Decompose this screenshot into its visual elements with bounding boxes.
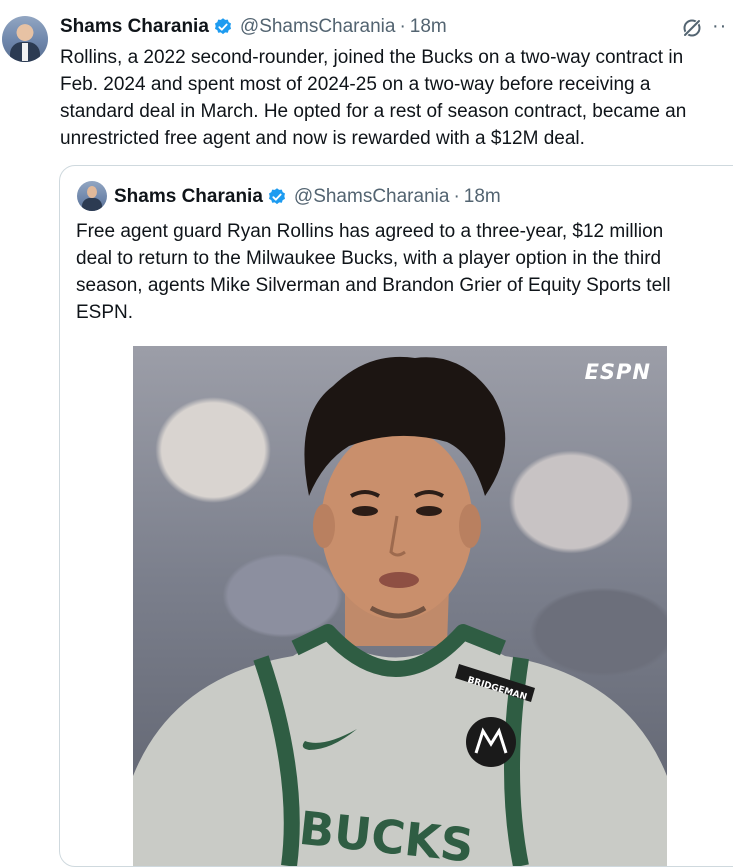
quoted-tweet-timestamp[interactable]: 18m (464, 186, 501, 208)
espn-logo: ESPN (584, 360, 651, 384)
separator-dot: · (399, 16, 406, 37)
author-handle[interactable]: @ShamsCharania (240, 16, 396, 38)
player-photo: BRIDGEMAN BUCKS (133, 356, 667, 866)
quoted-author-name[interactable]: Shams Charania (114, 186, 263, 208)
more-icon[interactable]: ·· (712, 14, 732, 38)
avatar-shirt (22, 43, 28, 61)
author-avatar[interactable] (2, 16, 48, 62)
avatar-face (87, 186, 97, 198)
separator-dot: · (453, 186, 460, 207)
tweet-media-image[interactable]: BRIDGEMAN BUCKS ESPN (133, 346, 667, 866)
tweet-timestamp[interactable]: 18m (410, 16, 447, 38)
quoted-tweet-header: Shams Charania @ShamsCharania · 18m (114, 185, 501, 209)
author-name[interactable]: Shams Charania (60, 16, 209, 38)
quoted-author-handle[interactable]: @ShamsCharania (294, 186, 450, 208)
verified-badge-icon (214, 18, 231, 35)
grok-icon[interactable] (680, 16, 704, 40)
tweet-text: Rollins, a 2022 second-rounder, joined t… (60, 47, 687, 149)
quoted-author-avatar[interactable] (77, 181, 107, 211)
quoted-tweet[interactable]: Shams Charania @ShamsCharania · 18m Free… (59, 165, 733, 867)
verified-badge-icon (268, 188, 285, 205)
tweet: Shams Charania @ShamsCharania · 18m ·· R… (0, 0, 733, 867)
tweet-header: Shams Charania @ShamsCharania · 18m (60, 14, 447, 40)
quoted-tweet-text: Free agent guard Ryan Rollins has agreed… (76, 221, 671, 323)
avatar-suit (82, 198, 102, 211)
